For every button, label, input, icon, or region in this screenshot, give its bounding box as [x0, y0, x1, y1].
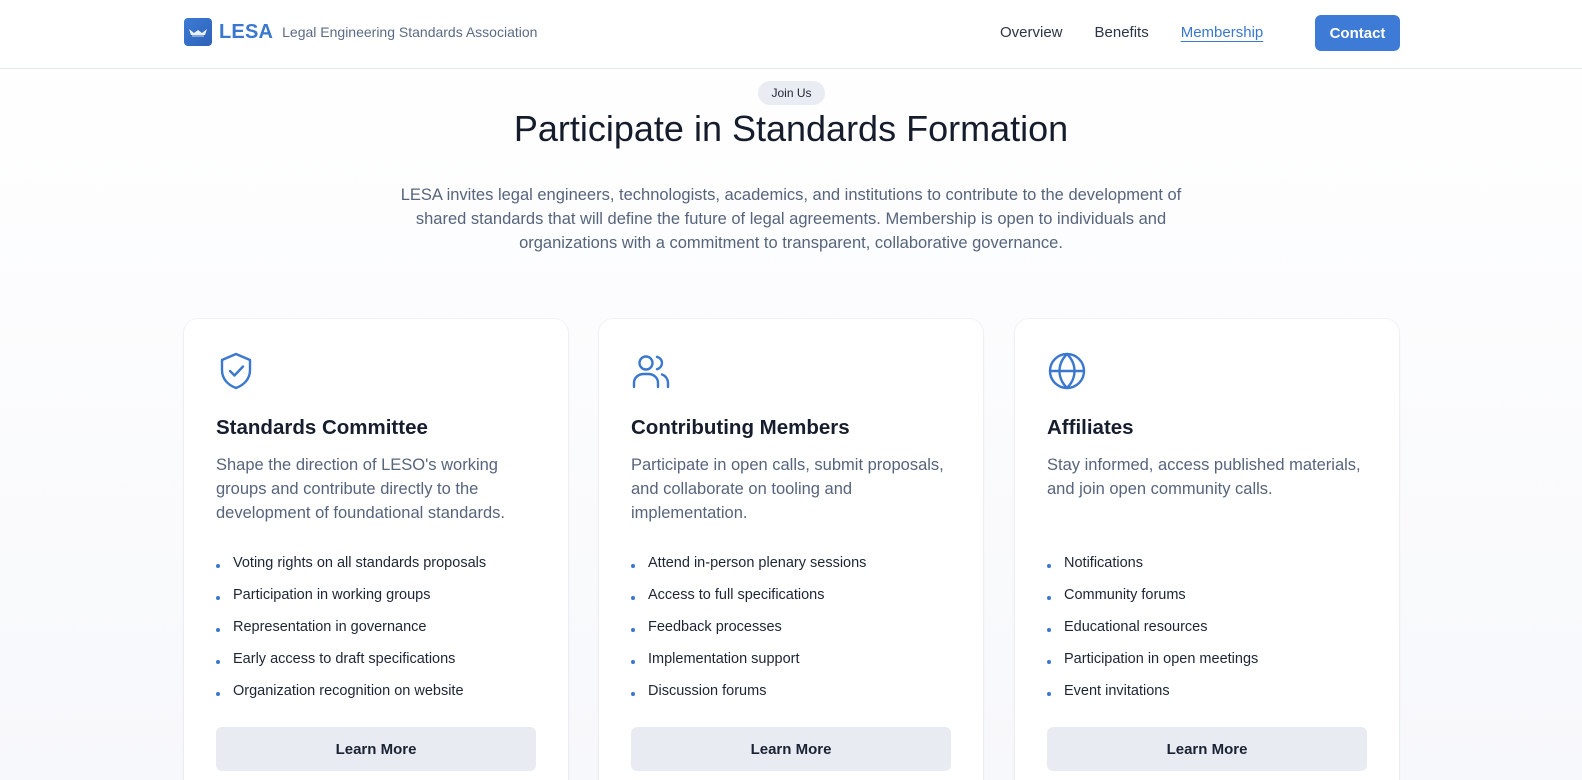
card-description: Shape the direction of LESO's working gr… [216, 456, 505, 522]
list-item: Community forums [1047, 579, 1367, 611]
nav-membership[interactable]: Membership [1181, 24, 1264, 41]
bullet [631, 692, 635, 696]
card-title: Standards Committee [216, 416, 428, 439]
bullet [216, 692, 220, 696]
list-item: Feedback processes [631, 611, 951, 643]
bullet [216, 628, 220, 632]
learn-more-button[interactable]: Learn More [1047, 727, 1367, 771]
page-title: Participate in Standards Formation [513, 108, 1069, 149]
intro-text: LESA invites legal engineers, technologi… [400, 186, 1182, 252]
bullet [1047, 692, 1051, 696]
site-header: LESA Legal Engineering Standards Associa… [0, 0, 1582, 69]
feature-list: Notifications Community forums Education… [1047, 547, 1367, 707]
shield-check-icon [216, 351, 256, 391]
globe-icon [1047, 351, 1087, 391]
list-item: Educational resources [1047, 611, 1367, 643]
nav-overview[interactable]: Overview [1000, 24, 1063, 41]
list-item: Attend in-person plenary sessions [631, 547, 951, 579]
bullet [1047, 596, 1051, 600]
card-title: Contributing Members [631, 416, 850, 439]
logo-icon [184, 18, 212, 46]
bullet [216, 596, 220, 600]
list-item: Participation in open meetings [1047, 643, 1367, 675]
list-item: Event invitations [1047, 675, 1367, 707]
list-item: Voting rights on all standards proposals [216, 547, 536, 579]
learn-more-button[interactable]: Learn More [216, 727, 536, 771]
list-item: Implementation support [631, 643, 951, 675]
membership-card-contributing-members: Contributing Members Participate in open… [599, 319, 983, 780]
brand-abbreviation: LESA [219, 20, 274, 43]
section-badge: Join Us [758, 81, 825, 105]
brand[interactable]: LESA Legal Engineering Standards Associa… [184, 18, 537, 46]
main-nav: Overview Benefits Membership [1000, 15, 1295, 50]
bullet [1047, 628, 1051, 632]
card-description: Stay informed, access published material… [1047, 456, 1361, 498]
bullet [1047, 564, 1051, 568]
bullet [216, 564, 220, 568]
list-item: Early access to draft specifications [216, 643, 536, 675]
list-item: Participation in working groups [216, 579, 536, 611]
bullet [1047, 660, 1051, 664]
bullet [631, 628, 635, 632]
bullet [216, 660, 220, 664]
list-item: Access to full specifications [631, 579, 951, 611]
list-item: Representation in governance [216, 611, 536, 643]
card-description: Participate in open calls, submit propos… [631, 456, 944, 522]
bullet [631, 564, 635, 568]
brand-full-name: Legal Engineering Standards Association [282, 24, 538, 40]
list-item: Discussion forums [631, 675, 951, 707]
feature-list: Attend in-person plenary sessions Access… [631, 547, 951, 707]
feature-list: Voting rights on all standards proposals… [216, 547, 536, 707]
bullet [631, 596, 635, 600]
contact-button[interactable]: Contact [1315, 15, 1400, 51]
bullet [631, 660, 635, 664]
list-item: Notifications [1047, 547, 1367, 579]
card-title: Affiliates [1047, 416, 1134, 439]
learn-more-button[interactable]: Learn More [631, 727, 951, 771]
users-icon [631, 351, 671, 391]
nav-benefits[interactable]: Benefits [1095, 24, 1149, 41]
membership-card-affiliates: Affiliates Stay informed, access publish… [1015, 319, 1399, 780]
membership-card-standards-committee: Standards Committee Shape the direction … [184, 319, 568, 780]
list-item: Organization recognition on website [216, 675, 536, 707]
